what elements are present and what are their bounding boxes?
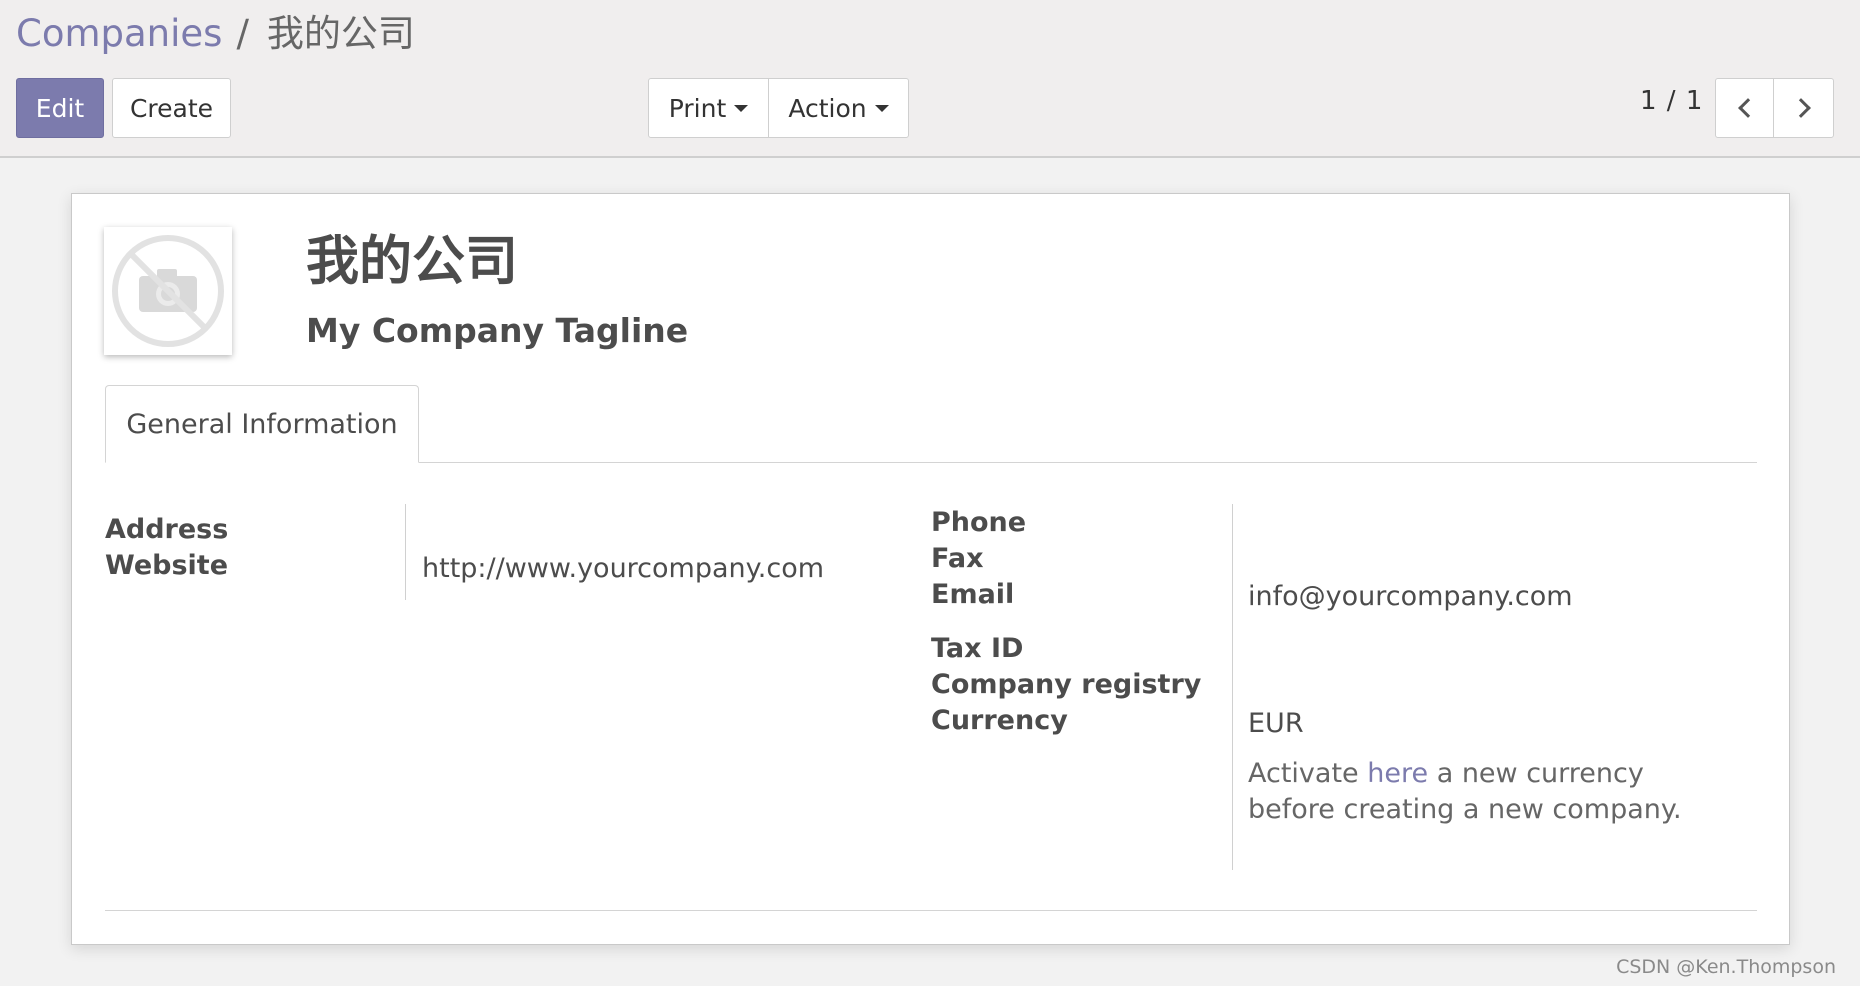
fax-label: Fax [931,543,984,574]
currency-notice-line1: Activate here a new currency [1248,756,1644,792]
create-button[interactable]: Create [112,78,231,138]
company-logo-placeholder[interactable] [104,227,232,355]
email-value: info@yourcompany.com [1248,581,1573,612]
tax-id-label: Tax ID [931,633,1024,664]
currency-label: Currency [931,705,1068,736]
breadcrumb-current: 我的公司 [266,12,415,55]
email-label: Email [931,579,1015,610]
breadcrumb-separator: / [236,12,249,55]
notice-prefix: Activate [1248,758,1359,789]
currency-link[interactable]: EUR [1248,708,1304,739]
breadcrumb: Companies / 我的公司 [16,10,415,58]
chevron-left-icon [1737,98,1758,118]
field-divider [1232,504,1233,870]
breadcrumb-companies-link[interactable]: Companies [16,12,222,55]
phone-label: Phone [931,507,1027,538]
form-bottom-line [105,910,1757,911]
field-divider [405,504,406,600]
create-button-label: Create [129,93,214,123]
edit-button-label: Edit [35,93,85,123]
no-image-camera-icon [112,235,224,347]
action-button-label: Action [788,93,867,123]
website-label: Website [105,550,229,581]
activate-currency-link[interactable]: here [1367,758,1428,789]
caret-down-icon [734,104,749,112]
address-label: Address [105,514,229,545]
tab-general-information[interactable]: General Information [105,385,419,463]
control-panel: Companies / 我的公司 Edit Create Print Action … [0,0,1860,158]
print-button-label: Print [668,93,727,123]
company-tagline: My Company Tagline [306,311,689,350]
tab-label: General Information [126,408,398,440]
chevron-right-icon [1790,98,1811,118]
caret-down-icon [874,104,889,112]
pager-previous-button[interactable] [1715,78,1774,138]
company-name-heading: 我的公司 [306,231,518,292]
form-sheet: 我的公司 My Company Tagline General Informat… [71,193,1790,945]
company-registry-label: Company registry [931,669,1202,700]
edit-button[interactable]: Edit [16,78,104,138]
pager-next-button[interactable] [1773,78,1834,138]
currency-notice-line2: before creating a new company. [1248,794,1682,825]
action-dropdown-button[interactable]: Action [768,78,909,138]
website-link[interactable]: http://www.yourcompany.com [422,553,824,584]
pager-value[interactable]: 1 / 1 [1640,86,1703,116]
notice-suffix: a new currency [1436,758,1644,789]
watermark-text: CSDN @Ken.Thompson [1616,956,1836,978]
print-dropdown-button[interactable]: Print [648,78,769,138]
